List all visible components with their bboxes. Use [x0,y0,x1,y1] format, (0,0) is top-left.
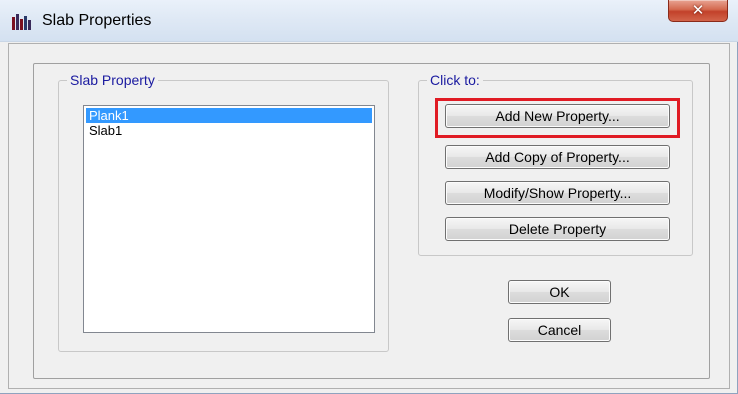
highlight-box [435,98,680,138]
slab-property-legend: Slab Property [70,72,155,88]
cancel-button[interactable]: Cancel [508,318,611,342]
slab-property-listbox[interactable]: Plank1 Slab1 [83,105,375,333]
click-to-legend: Click to: [430,72,480,88]
app-icon [12,14,31,30]
modify-show-property-button[interactable]: Modify/Show Property... [445,181,670,205]
list-item-plank1[interactable]: Plank1 [86,108,372,123]
delete-property-button[interactable]: Delete Property [445,217,670,241]
close-button[interactable]: ✕ [668,0,728,22]
title-bar[interactable]: Slab Properties ✕ [0,0,738,42]
slab-properties-window: Slab Properties ✕ Slab Property Plank1 S… [0,0,738,394]
ok-button[interactable]: OK [508,280,611,304]
window-title: Slab Properties [42,12,152,29]
add-copy-of-property-button[interactable]: Add Copy of Property... [445,145,670,169]
close-icon: ✕ [691,2,705,19]
list-item-slab1[interactable]: Slab1 [86,123,372,138]
